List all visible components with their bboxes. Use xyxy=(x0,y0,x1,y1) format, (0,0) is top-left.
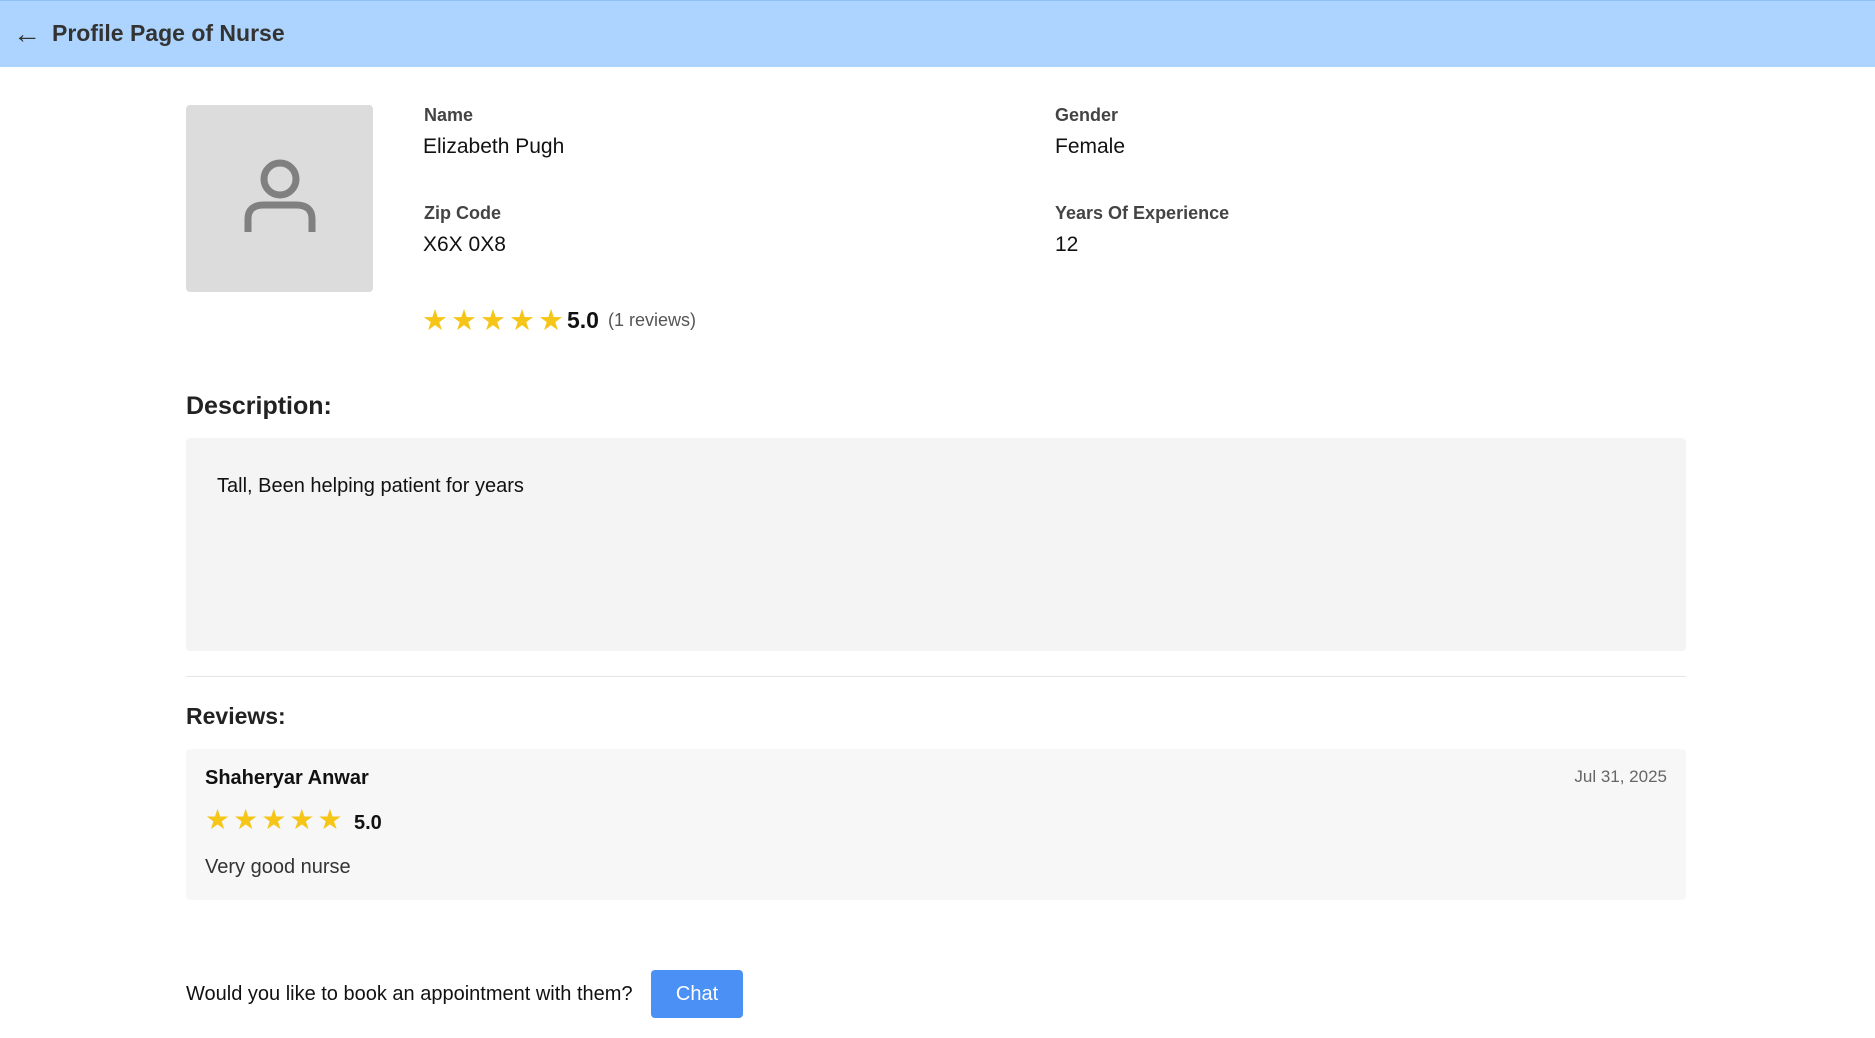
review-count: (1 reviews) xyxy=(608,310,697,330)
rating-stars-icon: ★★★★★ xyxy=(422,305,567,337)
zip-code-value: X6X 0X8 xyxy=(423,233,506,256)
user-icon xyxy=(244,159,316,232)
review-card: Shaheryar Anwar Jul 31, 2025 ★★★★★ 5.0 V… xyxy=(186,749,1686,900)
back-arrow-icon[interactable]: ← xyxy=(13,20,41,48)
gender-label: Gender xyxy=(1055,105,1119,125)
booking-prompt: Would you like to book an appointment wi… xyxy=(186,983,633,1005)
description-heading: Description: xyxy=(186,392,332,420)
average-rating: 5.0 xyxy=(567,307,599,333)
chat-button[interactable]: Chat xyxy=(651,970,743,1018)
zip-code-label: Zip Code xyxy=(424,203,501,223)
description-box: Tall, Been helping patient for years xyxy=(186,438,1686,651)
experience-label: Years Of Experience xyxy=(1055,203,1230,223)
review-rating: 5.0 xyxy=(354,812,382,834)
review-text: Very good nurse xyxy=(205,856,351,878)
name-value: Elizabeth Pugh xyxy=(423,135,565,158)
name-label: Name xyxy=(424,105,474,125)
avatar xyxy=(186,105,373,292)
review-stars-icon: ★★★★★ xyxy=(205,804,346,835)
review-date: Jul 31, 2025 xyxy=(1574,767,1667,786)
description-text: Tall, Been helping patient for years xyxy=(217,475,524,497)
reviews-heading: Reviews: xyxy=(186,703,286,729)
experience-value: 12 xyxy=(1055,233,1079,256)
divider xyxy=(186,676,1686,677)
page-title: Profile Page of Nurse xyxy=(52,20,285,46)
top-header-bar: ← Profile Page of Nurse xyxy=(0,0,1875,67)
gender-value: Female xyxy=(1055,135,1126,158)
reviewer-name: Shaheryar Anwar xyxy=(205,767,369,789)
